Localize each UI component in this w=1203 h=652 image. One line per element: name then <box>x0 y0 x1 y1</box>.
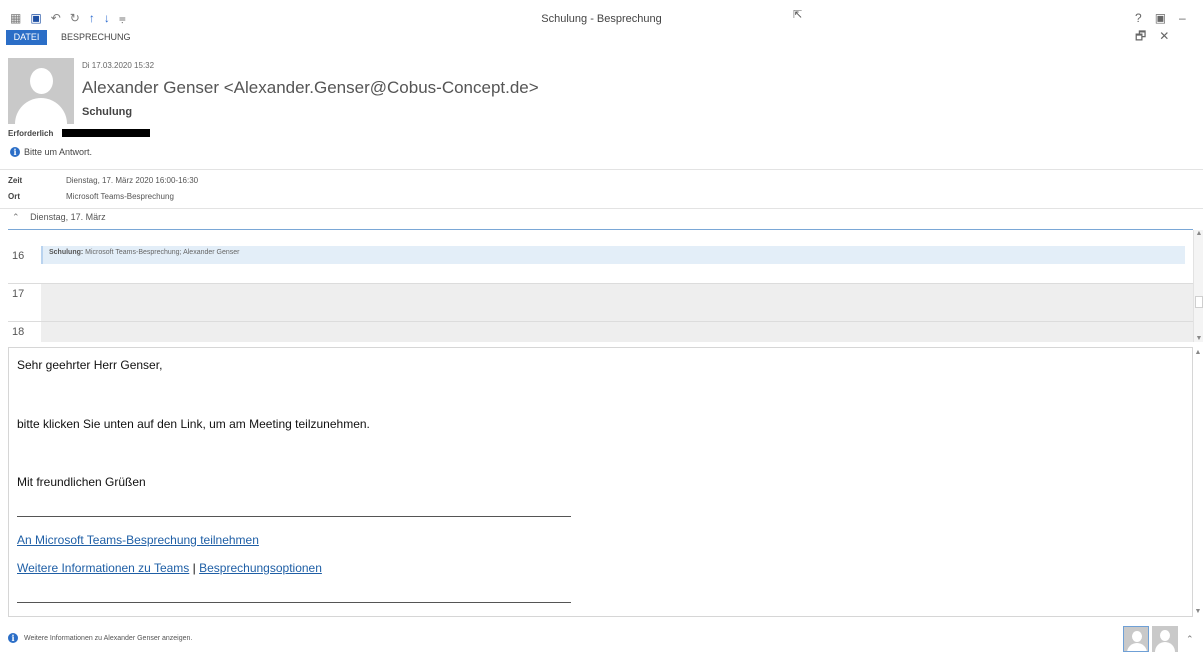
location-label: Ort <box>8 192 20 201</box>
time-value: Dienstag, 17. März 2020 16:00-16:30 <box>66 176 199 185</box>
calendar-scrollbar[interactable]: ▲ ▼ <box>1193 230 1203 342</box>
meeting-subject: Schulung <box>82 106 133 118</box>
separator-line <box>17 602 571 603</box>
link-divider: | <box>192 561 196 575</box>
scroll-down-icon[interactable]: ▼ <box>1193 608 1203 615</box>
appointment-title: Schulung: <box>49 249 84 256</box>
separator-line <box>17 516 571 517</box>
window-title: Schulung - Besprechung <box>541 13 662 25</box>
help-button[interactable]: ? <box>1135 11 1142 25</box>
minimize-button[interactable]: – <box>1179 11 1186 25</box>
scroll-down-icon[interactable]: ▼ <box>1194 335 1203 342</box>
divider <box>0 208 1203 209</box>
time-label: Zeit <box>8 176 23 185</box>
teams-links-row: Weitere Informationen zu Teams | Besprec… <box>17 561 322 575</box>
people-avatar[interactable] <box>1123 626 1149 652</box>
tab-file[interactable]: DATEI <box>6 30 47 45</box>
sent-date: Di 17.03.2020 15:32 <box>82 61 155 70</box>
tab-meeting[interactable]: BESPRECHUNG <box>61 30 131 45</box>
calendar-preview: 16 Schulung: Microsoft Teams-Besprechung… <box>8 230 1193 342</box>
join-teams-link[interactable]: An Microsoft Teams-Besprechung teilnehme… <box>17 533 259 547</box>
redacted-attendees <box>62 129 150 137</box>
teams-info-link[interactable]: Weitere Informationen zu Teams <box>17 561 189 575</box>
required-label: Erforderlich <box>8 129 54 138</box>
meeting-options-link[interactable]: Besprechungsoptionen <box>199 561 322 575</box>
body-scrollbar[interactable]: ▲ ▼ <box>1193 347 1203 617</box>
scroll-thumb[interactable] <box>1195 296 1203 308</box>
message-body[interactable]: Sehr geehrter Herr Genser, bitte klicken… <box>8 347 1193 617</box>
window-controls: ? ▣ – 🗗 ✕ <box>1122 9 1203 48</box>
chevron-up-icon[interactable]: ⌃ <box>12 212 20 222</box>
hour-row: 17 <box>8 283 1193 321</box>
hour-label: 16 <box>12 250 25 262</box>
restore-button[interactable]: 🗗 <box>1135 27 1146 48</box>
hour-label: 17 <box>12 288 25 300</box>
info-icon: i <box>10 147 20 157</box>
sender-name[interactable]: Alexander Genser <Alexander.Genser@Cobus… <box>82 78 539 98</box>
chevron-up-icon[interactable]: ⌃ <box>1186 634 1194 645</box>
appointment-detail: Microsoft Teams-Besprechung; Alexander G… <box>83 249 240 256</box>
body-greeting: Sehr geehrter Herr Genser, <box>17 358 163 372</box>
appointment-block[interactable]: Schulung: Microsoft Teams-Besprechung; A… <box>41 246 1185 264</box>
ribbon-options-icon[interactable]: ▣ <box>1155 11 1166 25</box>
hour-row: 18 <box>8 321 1193 342</box>
info-icon: i <box>8 633 18 643</box>
calendar-day-label: Dienstag, 17. März <box>30 212 106 222</box>
hour-label: 18 <box>12 326 25 338</box>
body-closing: Mit freundlichen Grüßen <box>17 475 146 489</box>
status-text[interactable]: Weitere Informationen zu Alexander Gense… <box>24 635 192 642</box>
body-instruction: bitte klicken Sie unten auf den Link, um… <box>17 417 370 431</box>
calendar-day-header[interactable]: ⌃ Dienstag, 17. März <box>12 212 106 223</box>
close-button[interactable]: ✕ <box>1159 29 1169 43</box>
sender-avatar[interactable] <box>8 58 74 124</box>
divider <box>0 169 1203 170</box>
location-value: Microsoft Teams-Besprechung <box>66 192 174 201</box>
scroll-up-icon[interactable]: ▲ <box>1194 230 1203 237</box>
scroll-up-icon[interactable]: ▲ <box>1193 349 1203 356</box>
cursor-icon: ⇱ <box>793 9 803 21</box>
reply-notice: Bitte um Antwort. <box>24 147 93 157</box>
people-avatar[interactable] <box>1152 626 1178 652</box>
